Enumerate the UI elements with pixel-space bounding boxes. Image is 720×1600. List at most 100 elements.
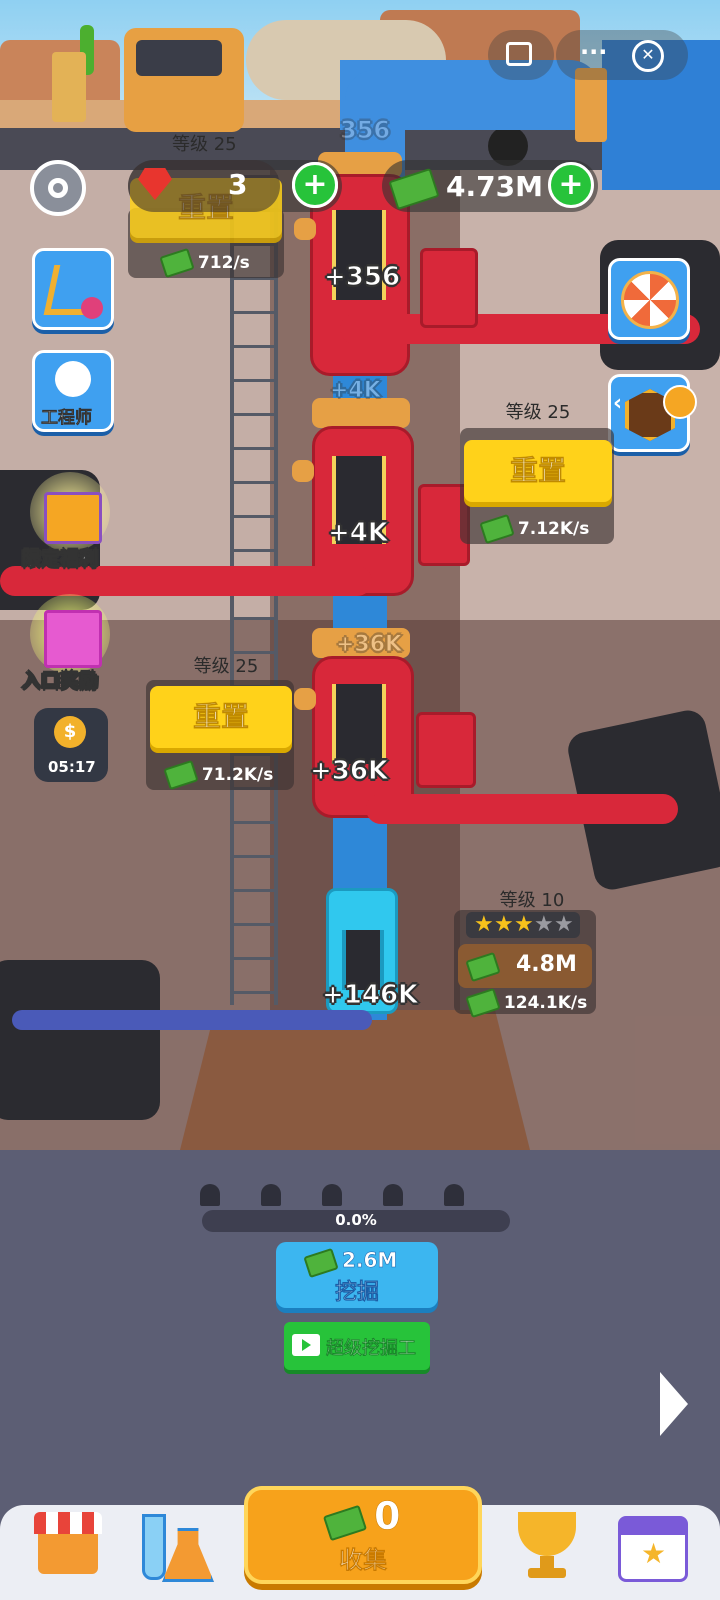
bolt: [294, 688, 316, 710]
cash-amount: 4.73M: [446, 170, 543, 203]
well-2-production-faded: +4K: [330, 378, 382, 404]
home-icon[interactable]: [506, 42, 532, 66]
worker-slots: [200, 1184, 500, 1208]
well-2-level: 等级 25: [505, 402, 571, 423]
gift-box-icon: [44, 492, 102, 544]
mini-program-capsule: ··· ✕: [556, 30, 688, 80]
well-3-reset-button[interactable]: 重置: [150, 686, 292, 748]
video-icon: [292, 1334, 320, 1356]
bolt: [294, 218, 316, 240]
add-gems-button[interactable]: +: [292, 162, 338, 208]
cash-counter: 4.73M +: [382, 160, 598, 212]
well-4-upgrade-button[interactable]: 4.8M: [458, 944, 592, 988]
collect-amount: 0: [374, 1494, 401, 1539]
collect-button[interactable]: 0 收集: [244, 1486, 482, 1584]
chest-button[interactable]: ‹: [608, 374, 697, 452]
pit-floor: [180, 1010, 530, 1150]
engineer-avatar-icon: [55, 361, 91, 397]
well-2-rate: 7.12K/s: [479, 513, 589, 545]
star-rating: ★ ★ ★ ★ ★: [466, 912, 580, 938]
blue-ground-pipe: [12, 1010, 372, 1030]
well-1-production: +356: [323, 262, 401, 293]
timer-label: 05:17: [48, 758, 96, 776]
home-capsule: [488, 30, 554, 80]
worker-slot-icon: [444, 1184, 464, 1206]
calendar-header: [621, 1519, 685, 1535]
calendar-button[interactable]: ★: [616, 1512, 688, 1582]
coal-rock: [0, 960, 160, 1120]
engineer-button[interactable]: 工程师: [32, 350, 114, 432]
signpost: [52, 52, 86, 122]
valve: [420, 248, 478, 328]
add-cash-button[interactable]: +: [548, 162, 594, 208]
well-window: [332, 684, 386, 764]
video-ad-icon: [663, 385, 697, 419]
trophy-icon: [518, 1512, 576, 1556]
truck-rate: 712/s: [159, 247, 250, 279]
shop-awning-icon: [34, 1512, 102, 1534]
well-2-production: +4K: [327, 518, 389, 549]
well-3-production-faded: +36K: [335, 632, 403, 658]
settings-button[interactable]: [30, 160, 86, 216]
more-icon[interactable]: ···: [580, 38, 607, 66]
truck-level: 等级 25: [172, 134, 237, 155]
star-icon: ★: [641, 1537, 667, 1570]
well-3-rate: 71.2K/s: [163, 759, 273, 791]
star-icon: ★: [494, 912, 514, 937]
oil-pump-button[interactable]: [32, 248, 114, 330]
star-icon: ★: [474, 912, 494, 937]
cash-icon: [159, 247, 195, 279]
entry-reward-label: 入口奖励: [21, 670, 99, 693]
gear-icon: [48, 178, 68, 198]
play-icon: [302, 1339, 311, 1351]
well-2-reset-button[interactable]: 重置: [464, 440, 612, 502]
bolt: [292, 460, 314, 482]
truck-window: [136, 40, 222, 76]
super-digger-label: 超级挖掘工: [326, 1338, 416, 1359]
shop-icon: [38, 1534, 98, 1574]
pink-gift-icon: [44, 610, 102, 668]
test-tube-icon: [142, 1514, 166, 1580]
worker-slot-icon: [383, 1184, 403, 1206]
upgrade-cost: 4.8M: [516, 952, 577, 977]
engineer-label: 工程师: [41, 408, 93, 429]
well-4-production: +146K: [321, 980, 419, 1011]
worker-slot-icon: [261, 1184, 281, 1206]
coin-stopwatch-icon: $: [54, 716, 86, 748]
lucky-wheel-button[interactable]: [608, 258, 690, 340]
red-pipe: [366, 794, 678, 824]
cash-icon: [479, 513, 515, 545]
hammer-badge-icon: [81, 297, 103, 319]
progress-label: 0.0%: [335, 1211, 377, 1229]
entry-reward-button[interactable]: 入口奖励: [21, 594, 118, 694]
shop-button[interactable]: [30, 1512, 106, 1578]
research-button[interactable]: [138, 1512, 214, 1582]
next-arrow-icon[interactable]: [660, 1372, 688, 1436]
collapse-arrow-icon[interactable]: ‹: [613, 391, 622, 416]
collect-label: 收集: [339, 1546, 388, 1575]
well-3-production: +36K: [309, 756, 389, 787]
valve: [416, 712, 476, 788]
trophy-base: [528, 1568, 566, 1578]
dig-button[interactable]: 2.6M 挖掘: [276, 1242, 438, 1308]
limited-bonus-button[interactable]: 限定福利: [21, 472, 118, 572]
cash-icon: [163, 759, 199, 791]
cash-icon: [465, 987, 501, 1019]
timer-bonus-button[interactable]: $ 05:17: [34, 708, 108, 782]
well-4-rate: 124.1K/s: [465, 987, 587, 1019]
cash-icon: [465, 951, 501, 983]
star-empty-icon: ★: [534, 912, 554, 937]
wheel-icon: [621, 271, 679, 329]
flask-icon: [162, 1528, 214, 1582]
truck-production-faded: 356: [339, 116, 391, 145]
super-digger-button[interactable]: 超级挖掘工: [284, 1322, 430, 1370]
well-3-level: 等级 25: [193, 656, 259, 677]
game-scene: +356 +4K +4K +36K +36K +146K 356: [0, 0, 720, 1150]
leaderboard-button[interactable]: [510, 1510, 584, 1584]
dig-label: 挖掘: [334, 1280, 380, 1306]
cash-icon: [388, 167, 440, 211]
dig-progress-bar: 0.0%: [202, 1210, 510, 1232]
close-icon[interactable]: ✕: [632, 40, 664, 72]
dig-cost: 2.6M: [342, 1248, 398, 1273]
calendar-icon: ★: [618, 1516, 688, 1582]
